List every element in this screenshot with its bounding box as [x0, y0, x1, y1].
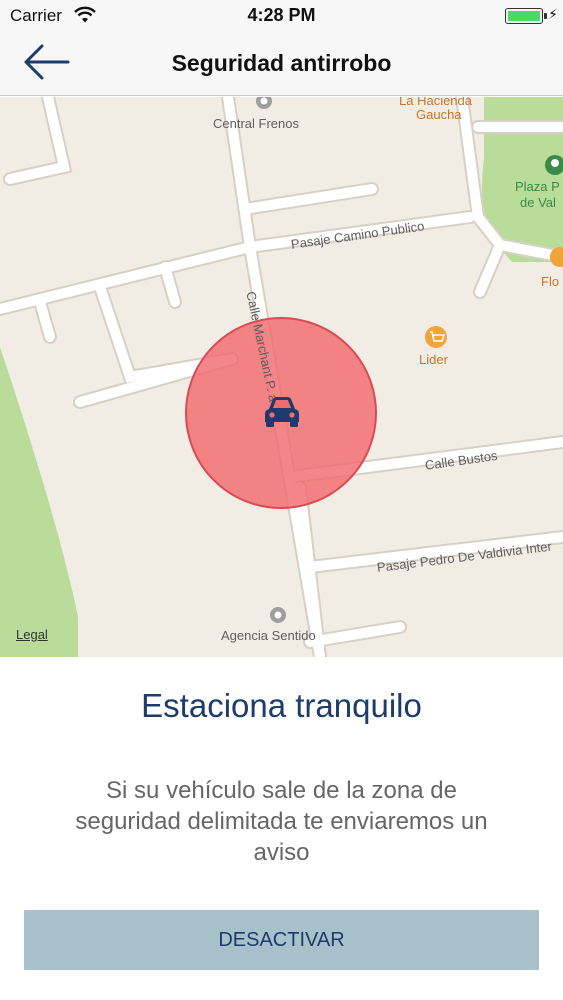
page-title: Seguridad antirrobo — [171, 50, 392, 76]
park-area — [0, 347, 78, 657]
agencia-sentido-marker[interactable] — [270, 607, 286, 623]
headline: Estaciona tranquilo — [141, 687, 422, 724]
poi-label-plaza-2: de Val — [520, 195, 556, 210]
poi-label-gaucha: Gaucha — [416, 107, 462, 122]
navigation-bar: Seguridad antirrobo — [0, 32, 563, 96]
lider-marker[interactable] — [425, 326, 447, 348]
deactivate-button[interactable]: DESACTIVAR — [24, 910, 539, 970]
poi-label-plaza: Plaza P — [515, 179, 560, 194]
central-frenos-marker[interactable] — [256, 97, 272, 109]
poi-label-agencia-sentido: Agencia Sentido — [221, 628, 316, 643]
car-icon — [265, 397, 299, 427]
poi-label-lider: Lider — [419, 352, 448, 367]
battery-tip — [544, 13, 547, 19]
map-canvas — [0, 97, 563, 657]
info-panel: Estaciona tranquilo Si su vehículo sale … — [0, 657, 563, 1000]
charging-icon: ⚡ — [548, 6, 558, 22]
poi-label-central-frenos: Central Frenos — [213, 116, 299, 131]
map-view[interactable]: Central Frenos La Hacienda Gaucha Plaza … — [0, 97, 563, 657]
poi-label-flo: Flo — [541, 274, 560, 289]
legal-link[interactable]: Legal — [16, 627, 48, 642]
battery-icon — [505, 8, 543, 24]
clock: 4:28 PM — [247, 5, 316, 25]
status-bar: Carrier 4:28 PM ⚡ — [0, 0, 563, 32]
description-text: Si su vehículo sale de la zona de seguri… — [75, 777, 488, 866]
